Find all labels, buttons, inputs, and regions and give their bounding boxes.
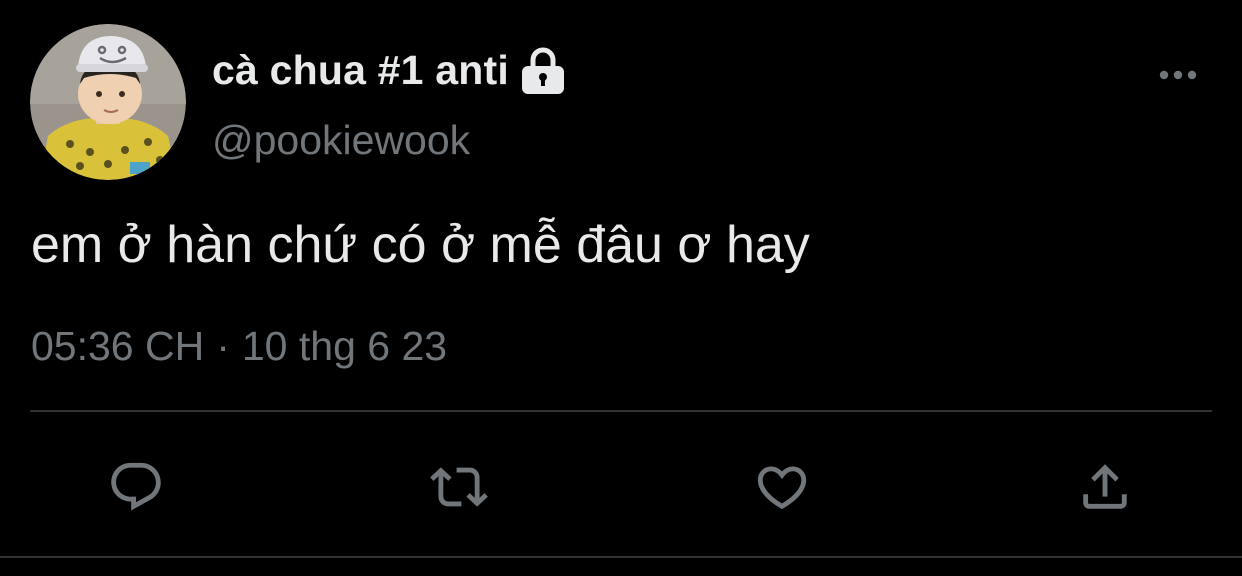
tweet-meta: 05:36 CH · 10 thg 6 23 [31, 323, 447, 370]
tweet-time[interactable]: 05:36 CH [31, 323, 204, 369]
share-icon [1083, 464, 1127, 509]
like-icon [757, 466, 807, 510]
tweet-date[interactable]: 10 thg 6 23 [242, 323, 447, 369]
display-name-row: cà chua #1 anti [212, 40, 567, 100]
lock-icon [519, 44, 567, 96]
avatar-photo [30, 24, 186, 180]
display-name[interactable]: cà chua #1 anti [212, 47, 509, 94]
divider [30, 410, 1212, 412]
avatar[interactable] [30, 24, 186, 180]
reply-button[interactable] [103, 454, 169, 520]
divider [0, 556, 1242, 558]
retweet-button[interactable] [426, 454, 492, 520]
share-button[interactable] [1072, 454, 1138, 520]
meta-separator: · [216, 323, 230, 369]
retweet-icon [430, 467, 488, 507]
tweet-text: em ở hàn chứ có ở mễ đâu ơ hay [31, 216, 810, 274]
user-handle[interactable]: @pookiewook [212, 117, 470, 164]
like-button[interactable] [749, 454, 815, 520]
more-icon[interactable] [1156, 60, 1200, 90]
reply-icon [111, 462, 161, 511]
